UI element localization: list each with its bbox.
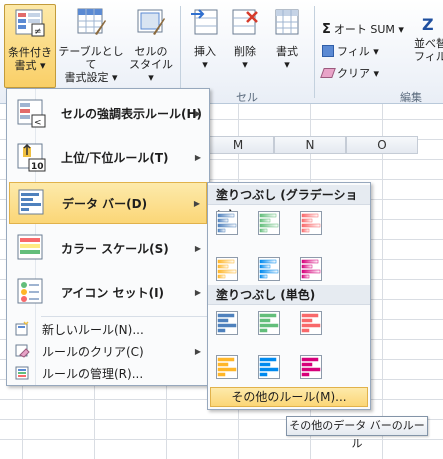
gradient-data-bar-swatch[interactable] <box>258 211 280 235</box>
gradient-data-bar-swatch[interactable] <box>216 211 238 235</box>
format-as-table-label-2: 書式設定 ▾ <box>64 71 118 84</box>
fill-down-icon <box>322 45 334 57</box>
top-bottom-rules-icon: 10 <box>17 143 46 172</box>
gradient-data-bar-swatch[interactable] <box>300 257 322 281</box>
menu-item-data-bars[interactable]: データ バー(D) ▶ <box>9 182 207 224</box>
svg-text:10: 10 <box>31 162 44 172</box>
editing-group-label: 編集 <box>400 91 422 104</box>
eraser-icon <box>320 68 336 78</box>
tooltip: その他のデータ バーのルール <box>286 416 428 450</box>
format-as-table-icon <box>77 8 106 35</box>
delete-cells-icon <box>232 9 258 35</box>
menu-item-label: 新しいルール(N)... <box>42 322 144 337</box>
sort-filter-button[interactable]: Z 並べ替 フィル <box>414 4 443 88</box>
submenu-arrow-icon: ▶ <box>194 108 201 118</box>
menu-item-label: ルールのクリア(C) <box>42 344 144 359</box>
gradient-data-bar-swatch[interactable] <box>216 257 238 281</box>
svg-text:≠: ≠ <box>34 27 42 37</box>
icon-sets-icon <box>17 278 43 304</box>
format-label: 書式 <box>276 45 298 58</box>
delete-button[interactable]: 削除 ▾ <box>226 4 264 88</box>
menu-item-label: セルの強調表示ルール(H) <box>61 106 203 121</box>
gradient-fill-header: 塗りつぶし (グラデーション) <box>208 185 370 222</box>
clear-button[interactable]: クリア ▾ <box>320 64 380 82</box>
menu-item-clear-rules[interactable]: ルールのクリア(C) ▶ <box>9 341 207 361</box>
format-cells-icon <box>275 9 299 35</box>
data-bars-submenu: 塗りつぶし (グラデーション) 塗りつぶし (単色) その他のルール(M)... <box>207 182 371 410</box>
new-rule-icon <box>15 321 29 336</box>
conditional-formatting-icon: ≠ <box>15 9 45 37</box>
column-header-m[interactable]: M <box>202 136 274 154</box>
cell-styles-label-2: スタイル ▾ <box>129 58 173 84</box>
format-as-table-label: テーブルとして <box>58 45 124 71</box>
menu-item-label: カラー スケール(S) <box>61 241 169 256</box>
solid-fill-header: 塗りつぶし (単色) <box>208 285 370 305</box>
solid-data-bar-swatch[interactable] <box>300 311 322 335</box>
clear-label: クリア ▾ <box>337 67 380 80</box>
insert-arrow: ▾ <box>202 58 208 71</box>
data-bars-icon <box>18 189 44 215</box>
submenu-arrow-icon: ▶ <box>194 346 201 356</box>
gradient-data-bar-swatch[interactable] <box>258 257 280 281</box>
solid-data-bar-swatch[interactable] <box>216 355 238 379</box>
solid-data-bar-swatch[interactable] <box>216 311 238 335</box>
insert-button[interactable]: 挿入 ▾ <box>186 4 224 88</box>
menu-divider <box>41 316 207 317</box>
manage-rules-icon <box>15 366 29 380</box>
svg-text:<: < <box>34 118 42 128</box>
conditional-formatting-label-2: 書式 ▾ <box>14 59 46 72</box>
solid-data-bar-swatch[interactable] <box>258 311 280 335</box>
cells-group-label: セル <box>236 91 258 104</box>
color-scales-icon <box>17 234 43 260</box>
submenu-arrow-icon: ▶ <box>194 243 201 253</box>
autosum-button[interactable]: Σ オート SUM ▾ <box>322 20 404 38</box>
sort-az-icon: Z <box>422 15 434 34</box>
format-arrow: ▾ <box>284 58 290 71</box>
solid-data-bar-swatch[interactable] <box>258 355 280 379</box>
delete-arrow: ▾ <box>242 58 248 71</box>
column-header-n[interactable]: N <box>274 136 346 154</box>
menu-item-label: データ バー(D) <box>62 196 148 211</box>
ribbon-separator <box>180 6 181 98</box>
fill-label: フィル ▾ <box>337 45 379 58</box>
conditional-formatting-menu: < セルの強調表示ルール(H) ▶ 10 上位/下位ルール(T) ▶ データ バ… <box>6 88 210 386</box>
conditional-formatting-label: 条件付き <box>8 46 52 59</box>
solid-data-bar-swatch[interactable] <box>300 355 322 379</box>
menu-item-label: アイコン セット(I) <box>61 285 165 300</box>
menu-item-highlight-rules[interactable]: < セルの強調表示ルール(H) ▶ <box>9 92 207 134</box>
cell-styles-label: セルの <box>134 45 168 58</box>
column-header-o[interactable]: O <box>346 136 418 154</box>
more-rules-button[interactable]: その他のルール(M)... <box>210 387 368 407</box>
menu-item-label: ルールの管理(R)... <box>42 366 144 381</box>
cell-styles-icon <box>137 9 165 35</box>
format-button[interactable]: 書式 ▾ <box>266 4 308 88</box>
ribbon-separator <box>314 6 315 98</box>
insert-label: 挿入 <box>194 45 216 58</box>
sort-label-2: フィル <box>414 50 443 63</box>
fill-button[interactable]: フィル ▾ <box>322 42 379 60</box>
menu-item-label: 上位/下位ルール(T) <box>61 150 169 165</box>
menu-item-color-scales[interactable]: カラー スケール(S) ▶ <box>9 227 207 269</box>
gradient-data-bar-swatch[interactable] <box>300 211 322 235</box>
highlight-rules-icon: < <box>17 99 46 128</box>
conditional-formatting-button[interactable]: ≠ 条件付き 書式 ▾ <box>4 4 56 88</box>
submenu-arrow-icon: ▶ <box>193 198 200 208</box>
sigma-icon: Σ <box>322 21 331 37</box>
menu-item-top-bottom-rules[interactable]: 10 上位/下位ルール(T) ▶ <box>9 136 207 178</box>
delete-label: 削除 <box>234 45 256 58</box>
submenu-arrow-icon: ▶ <box>194 287 201 297</box>
sort-label: 並べ替 <box>414 37 443 50</box>
menu-item-manage-rules[interactable]: ルールの管理(R)... <box>9 363 207 383</box>
cell-styles-button[interactable]: セルの スタイル ▾ <box>126 4 176 88</box>
submenu-arrow-icon: ▶ <box>194 152 201 162</box>
autosum-label: オート SUM ▾ <box>333 23 404 36</box>
format-as-table-button[interactable]: テーブルとして 書式設定 ▾ <box>58 4 124 88</box>
menu-item-new-rule[interactable]: 新しいルール(N)... <box>9 319 207 339</box>
insert-cells-icon <box>191 9 218 35</box>
menu-item-icon-sets[interactable]: アイコン セット(I) ▶ <box>9 271 207 313</box>
clear-rules-icon <box>15 344 30 358</box>
